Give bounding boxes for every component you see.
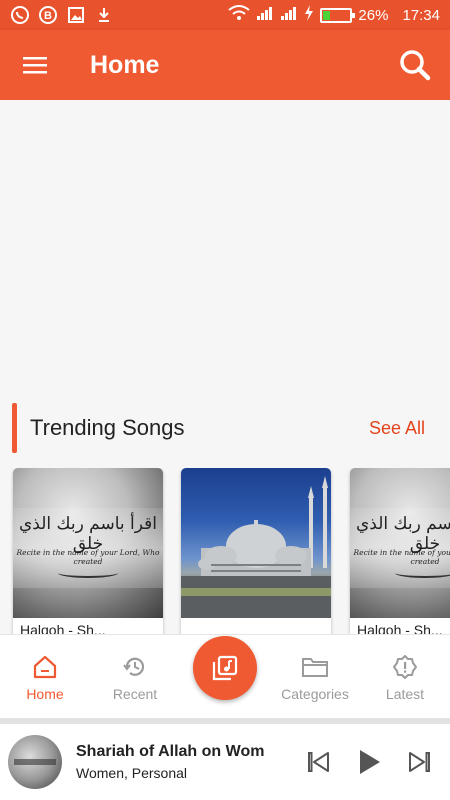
song-card[interactable]: اقرأ باسم ربك الذي خلق Recite in the nam…: [13, 468, 163, 634]
mini-player[interactable]: Shariah of Allah on Wom Women, Personal: [0, 724, 450, 800]
badge-alert-icon: [393, 655, 417, 679]
song-cover-image: اقرأ باسم ربك الذي خلق Recite in the nam…: [13, 468, 163, 618]
now-playing-title: Shariah of Allah on Wom: [76, 743, 265, 760]
whatsapp-icon: [10, 5, 30, 25]
music-library-button[interactable]: [193, 636, 257, 700]
hamburger-menu-button[interactable]: [0, 30, 70, 100]
music-library-icon: [212, 655, 238, 681]
page-title: Home: [90, 50, 160, 79]
cover-caption: Recite in the name of your Lord, Who cre…: [353, 548, 450, 566]
nav-label-categories: Categories: [281, 686, 349, 702]
mosque-illustration: [181, 476, 331, 618]
nav-item-categories[interactable]: Categories: [270, 635, 360, 719]
song-title: Halqoh - Sh...: [20, 622, 106, 634]
song-card[interactable]: [181, 468, 331, 634]
banner-area: [0, 100, 450, 380]
charging-icon: [304, 5, 314, 25]
song-cover-image: اقرأ باسم ربك الذي خلق Recite in the nam…: [350, 468, 450, 618]
now-playing-artwork: [8, 735, 62, 789]
app-bar: Home: [0, 30, 450, 100]
nav-item-latest[interactable]: Latest: [360, 635, 450, 719]
now-playing-subtitle: Women, Personal: [76, 765, 188, 781]
b-badge-icon: B: [38, 5, 58, 25]
signal-icon: [280, 5, 298, 25]
play-icon: [360, 750, 380, 774]
search-button[interactable]: [380, 30, 450, 100]
cover-caption: Recite in the name of your Lord, Who cre…: [16, 548, 160, 566]
song-card[interactable]: اقرأ باسم ربك الذي خلق Recite in the nam…: [350, 468, 450, 634]
song-title: Halqoh - Sh...: [357, 622, 443, 634]
search-icon: [400, 50, 431, 81]
clock: 17:34: [402, 6, 440, 24]
wifi-icon: [228, 5, 251, 25]
trending-songs-list: اقرأ باسم ربك الذي خلق Recite in the nam…: [0, 468, 450, 634]
image-icon: [66, 5, 86, 25]
skip-next-icon: [409, 752, 430, 772]
battery-icon: [320, 7, 356, 23]
nav-label-latest: Latest: [385, 686, 425, 702]
next-button[interactable]: [404, 747, 434, 777]
svg-text:B: B: [44, 10, 52, 22]
nav-label-home: Home: [26, 686, 64, 702]
trending-header: Trending Songs See All: [0, 402, 450, 454]
history-icon: [123, 657, 145, 676]
play-button[interactable]: [354, 747, 384, 777]
nav-item-home[interactable]: Home: [0, 635, 90, 719]
section-title: Trending Songs: [30, 415, 185, 440]
song-cover-image: [181, 468, 331, 618]
nav-item-recent[interactable]: Recent: [90, 635, 180, 719]
battery-level: [323, 10, 331, 20]
home-icon: [33, 655, 57, 679]
download-icon: [94, 5, 114, 25]
nav-label-recent: Recent: [112, 686, 158, 702]
battery-percent: 26%: [358, 6, 389, 24]
see-all-link[interactable]: See All: [369, 418, 425, 439]
section-accent-bar: [12, 403, 17, 453]
skip-previous-icon: [308, 752, 329, 772]
folder-icon: [302, 658, 328, 677]
previous-button[interactable]: [304, 747, 334, 777]
hamburger-menu-icon: [23, 57, 47, 74]
status-bar: B 26% 17:34: [0, 0, 450, 30]
signal-icon: [256, 5, 274, 25]
